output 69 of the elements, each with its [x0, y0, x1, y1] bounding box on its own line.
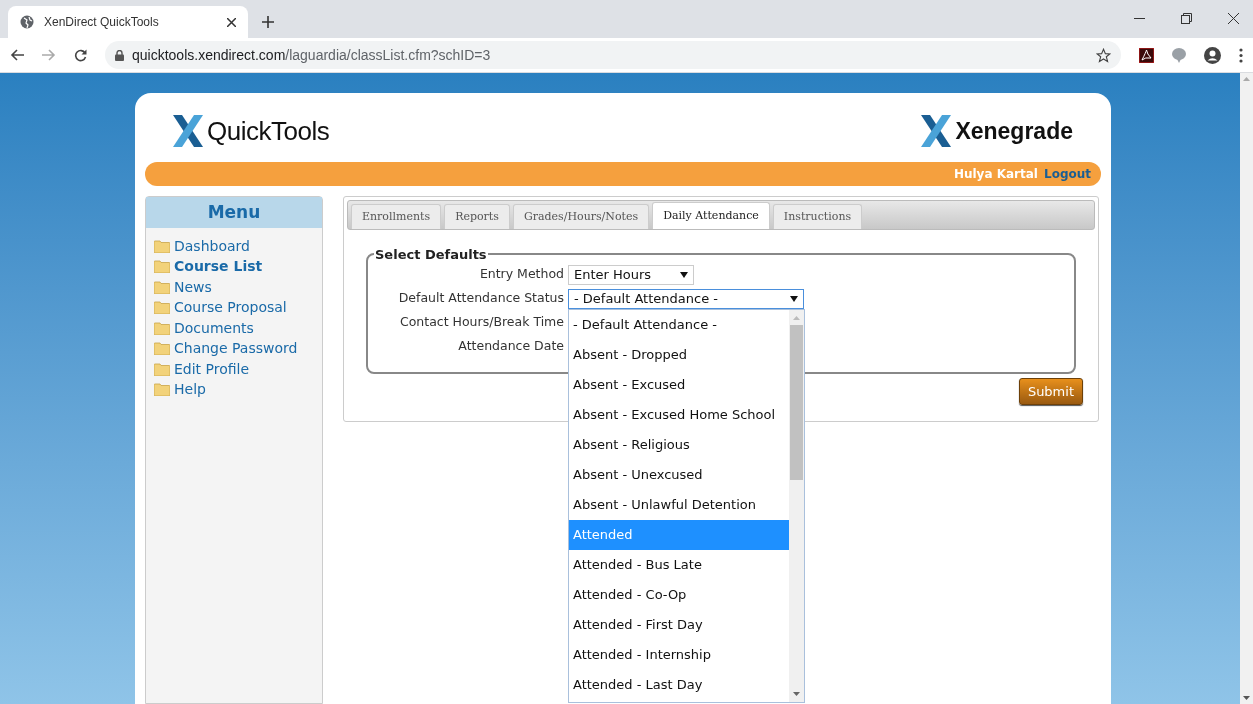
folder-icon	[154, 383, 170, 397]
menu-link[interactable]: Dashboard	[174, 235, 250, 257]
dropdown-option[interactable]: Absent - Dropped	[569, 339, 789, 370]
tab[interactable]: Grades/Hours/Notes	[512, 204, 650, 229]
menu-title: Menu	[146, 197, 322, 228]
folder-icon	[154, 342, 170, 356]
dropdown-option[interactable]: Absent - Unlawful Detention	[569, 489, 789, 520]
dropdown-option[interactable]: Absent - Unexcused	[569, 459, 789, 490]
browser-tab[interactable]: XenDirect QuickTools	[8, 6, 248, 38]
tab[interactable]: Enrollments	[351, 204, 442, 229]
url-text: quicktools.xendirect.com/laguardia/classList.cfm?schID=3	[132, 45, 492, 65]
user-name: Hulya Kartal	[953, 166, 1038, 183]
select-field[interactable]: - Default Attendance -	[568, 288, 804, 309]
dropdown-option[interactable]: Attended - Co-Op	[569, 579, 789, 610]
folder-icon	[154, 362, 170, 376]
scrollbar[interactable]	[789, 309, 804, 702]
x-logo-icon	[921, 115, 952, 147]
close-window-icon[interactable]	[1228, 13, 1239, 24]
dropdown-option[interactable]: Attended - Last Day	[569, 669, 789, 700]
dropdown-option[interactable]: - Default Attendance -	[569, 309, 789, 340]
dropdown-option[interactable]: Attended - First Day	[569, 609, 789, 640]
back-icon[interactable]	[10, 49, 24, 61]
submit-button[interactable]: Submit	[1018, 378, 1083, 405]
menu-icon[interactable]	[1239, 47, 1243, 63]
restore-icon[interactable]	[1181, 13, 1192, 24]
dropdown-option[interactable]: Attended - Internship	[569, 639, 789, 670]
field-label: Contact Hours/Break Time	[398, 313, 564, 332]
dropdown-arrow-icon	[790, 295, 798, 302]
folder-icon	[154, 260, 170, 274]
tab[interactable]: Daily Attendance	[652, 202, 770, 229]
tab[interactable]: Reports	[444, 204, 510, 229]
account-icon[interactable]	[1204, 46, 1221, 64]
menu-link[interactable]: Course List	[174, 256, 263, 278]
x-logo-icon	[173, 115, 203, 147]
menu-link[interactable]: Course Proposal	[174, 297, 287, 319]
dropdown-option[interactable]: Absent - Religious	[569, 429, 789, 460]
menu-link[interactable]: Help	[174, 379, 206, 401]
lock-icon	[115, 49, 124, 61]
close-icon[interactable]	[227, 17, 236, 27]
menu-link[interactable]: News	[174, 276, 212, 298]
reload-icon[interactable]	[74, 48, 87, 62]
menu-link[interactable]: Edit Profile	[174, 358, 250, 380]
address-bar[interactable]: quicktools.xendirect.com/laguardia/classList.cfm?schID=3	[105, 41, 1121, 69]
star-icon[interactable]	[1096, 47, 1111, 63]
folder-icon	[154, 280, 170, 294]
tab-title: XenDirect QuickTools	[44, 14, 160, 31]
dropdown-arrow-icon	[680, 271, 688, 278]
folder-icon	[154, 301, 170, 315]
field-label: Default Attendance Status	[397, 289, 564, 308]
folder-icon	[154, 321, 170, 335]
speech-bubble-icon[interactable]	[1172, 47, 1186, 63]
app-logo-text: QuickTools	[207, 114, 330, 148]
globe-icon	[20, 15, 34, 29]
dropdown-option[interactable]: Absent - Excused Home School	[569, 399, 789, 430]
brand-logo-text: Xenegrade	[955, 116, 1073, 146]
page-scrollbar[interactable]	[1240, 73, 1253, 704]
field-label: Attendance Date	[457, 337, 564, 356]
field-label: Entry Method	[478, 265, 564, 284]
scroll-down-icon[interactable]	[1243, 696, 1250, 700]
scroll-down-icon[interactable]	[793, 691, 800, 696]
menu-link[interactable]: Documents	[174, 317, 254, 339]
dropdown-option[interactable]: Attended - Bus Late	[569, 549, 789, 580]
folder-icon	[154, 239, 170, 253]
tab[interactable]: Instructions	[772, 204, 863, 229]
dropdown-option[interactable]: Absent - Excused	[569, 369, 789, 400]
select-field[interactable]: Enter Hours	[568, 264, 694, 285]
menu-link[interactable]: Change Password	[174, 338, 298, 360]
scroll-thumb[interactable]	[790, 324, 803, 480]
new-tab-icon[interactable]	[262, 16, 274, 28]
